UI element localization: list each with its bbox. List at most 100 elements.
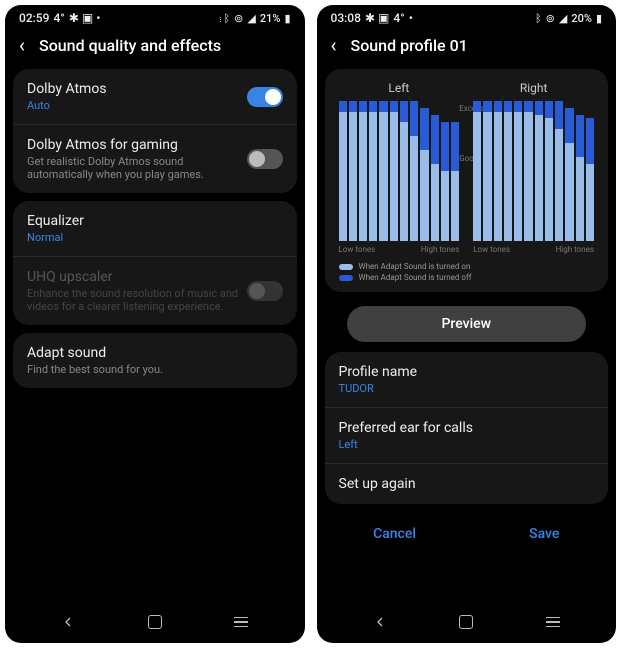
status-icon: ✱ ▣ xyxy=(365,11,389,25)
nav-bar xyxy=(5,603,305,643)
chart-right: Right Low tones High tones xyxy=(473,81,594,254)
chart-bar xyxy=(555,101,563,241)
eq-card: Equalizer Normal UHQ upscaler Enhance th… xyxy=(13,201,297,325)
chart-bar xyxy=(410,101,418,241)
status-temp: 4° xyxy=(53,11,64,25)
screen-sound-quality: 02:59 4° ✱ ▣ • ⋮ᛒ ⊚ ◢ 21% ▮ ‹ Sound qual… xyxy=(5,5,305,643)
dolby-atmos-title: Dolby Atmos xyxy=(27,81,247,97)
chart-bar xyxy=(514,101,522,241)
profile-card: Profile name TUDOR Preferred ear for cal… xyxy=(325,352,609,504)
battery-pct: 20% xyxy=(571,12,592,25)
battery-icon: ▮ xyxy=(284,12,290,25)
dolby-gaming-sub: Get realistic Dolby Atmos sound automati… xyxy=(27,155,247,181)
chart-bar xyxy=(431,101,439,241)
chart-bar xyxy=(339,101,347,241)
chart-bar xyxy=(545,101,553,241)
cancel-button[interactable]: Cancel xyxy=(373,526,416,542)
x-label-high: High tones xyxy=(556,245,594,254)
header: ‹ Sound profile 01 xyxy=(317,27,617,69)
nav-home-icon[interactable] xyxy=(457,613,475,631)
legend-swatch-on xyxy=(339,264,353,270)
bluetooth-icon: ᛒ xyxy=(535,12,542,25)
header: ‹ Sound quality and effects xyxy=(5,27,305,69)
bottom-actions: Cancel Save xyxy=(317,512,617,550)
legend-off-text: When Adapt Sound is turned off xyxy=(359,273,472,282)
setup-again-row[interactable]: Set up again xyxy=(325,463,609,504)
status-icon: ✱ ▣ • xyxy=(69,11,101,25)
status-time: 03:08 xyxy=(331,11,361,25)
preview-button[interactable]: Preview xyxy=(347,306,587,342)
chart-bar xyxy=(400,101,408,241)
chart-bar xyxy=(535,101,543,241)
chart-bar xyxy=(420,101,428,241)
x-label-low: Low tones xyxy=(473,245,510,254)
profile-name-row[interactable]: Profile name TUDOR xyxy=(325,352,609,407)
uhq-sub: Enhance the sound resolution of music an… xyxy=(27,287,247,313)
uhq-row: UHQ upscaler Enhance the sound resolutio… xyxy=(13,256,297,325)
chart-bar xyxy=(576,101,584,241)
wifi-icon: ⊚ xyxy=(234,12,243,25)
back-icon[interactable]: ‹ xyxy=(331,35,337,55)
chart-card: Left Excellent Good Low tones High tones… xyxy=(325,69,609,292)
nav-back-icon[interactable] xyxy=(371,613,389,631)
profile-name-title: Profile name xyxy=(339,364,595,380)
x-label-low: Low tones xyxy=(339,245,376,254)
chart-pair: Left Excellent Good Low tones High tones… xyxy=(339,81,595,254)
status-bar: 03:08 ✱ ▣ 4° • ᛒ ⊚ ◢ 20% ▮ xyxy=(317,5,617,27)
adapt-sound-row[interactable]: Adapt sound Find the best sound for you. xyxy=(13,333,297,388)
dolby-atmos-toggle[interactable] xyxy=(247,87,283,107)
uhq-toggle xyxy=(247,281,283,301)
equalizer-sub: Normal xyxy=(27,231,283,244)
save-button[interactable]: Save xyxy=(529,526,559,542)
dolby-card: Dolby Atmos Auto Dolby Atmos for gaming … xyxy=(13,69,297,193)
chart-bar xyxy=(473,101,481,241)
uhq-title: UHQ upscaler xyxy=(27,269,247,285)
screen-sound-profile: 03:08 ✱ ▣ 4° • ᛒ ⊚ ◢ 20% ▮ ‹ Sound profi… xyxy=(317,5,617,643)
dolby-gaming-toggle[interactable] xyxy=(247,149,283,169)
back-icon[interactable]: ‹ xyxy=(19,35,25,55)
chart-bar xyxy=(379,101,387,241)
dolby-atmos-row[interactable]: Dolby Atmos Auto xyxy=(13,69,297,124)
legend-on-text: When Adapt Sound is turned on xyxy=(359,262,471,271)
equalizer-title: Equalizer xyxy=(27,213,283,229)
chart-bar xyxy=(504,101,512,241)
battery-pct: 21% xyxy=(260,12,281,25)
preferred-ear-value: Left xyxy=(339,438,595,451)
chart-left-title: Left xyxy=(339,81,460,95)
chart-bar xyxy=(359,101,367,241)
status-time: 02:59 xyxy=(19,11,49,25)
equalizer-row[interactable]: Equalizer Normal xyxy=(13,201,297,256)
chart-left-bars: Excellent Good xyxy=(339,101,460,241)
status-bar: 02:59 4° ✱ ▣ • ⋮ᛒ ⊚ ◢ 21% ▮ xyxy=(5,5,305,27)
page-title: Sound quality and effects xyxy=(39,36,221,55)
chart-bar xyxy=(441,101,449,241)
preferred-ear-title: Preferred ear for calls xyxy=(339,420,595,436)
legend-swatch-off xyxy=(339,275,353,281)
adapt-sound-title: Adapt sound xyxy=(27,345,283,361)
chart-bar xyxy=(369,101,377,241)
chart-bar xyxy=(349,101,357,241)
nav-recents-icon[interactable] xyxy=(232,613,250,631)
x-label-high: High tones xyxy=(421,245,459,254)
chart-left: Left Excellent Good Low tones High tones xyxy=(339,81,460,254)
chart-bar xyxy=(483,101,491,241)
dolby-gaming-title: Dolby Atmos for gaming xyxy=(27,137,247,153)
bluetooth-icon: ⋮ᛒ xyxy=(217,12,230,25)
nav-recents-icon[interactable] xyxy=(544,613,562,631)
nav-back-icon[interactable] xyxy=(59,613,77,631)
dolby-gaming-row[interactable]: Dolby Atmos for gaming Get realistic Dol… xyxy=(13,124,297,193)
signal-icon: ◢ xyxy=(247,12,255,25)
adapt-sound-sub: Find the best sound for you. xyxy=(27,363,283,376)
nav-home-icon[interactable] xyxy=(146,613,164,631)
profile-name-value: TUDOR xyxy=(339,382,595,395)
status-dot: • xyxy=(409,11,413,25)
status-temp: 4° xyxy=(393,11,404,25)
nav-bar xyxy=(317,603,617,643)
chart-bar xyxy=(586,101,594,241)
chart-bar xyxy=(524,101,532,241)
chart-right-bars xyxy=(473,101,594,241)
chart-bar xyxy=(451,101,459,241)
page-title: Sound profile 01 xyxy=(351,36,468,55)
wifi-icon: ⊚ xyxy=(546,12,555,25)
preferred-ear-row[interactable]: Preferred ear for calls Left xyxy=(325,407,609,463)
